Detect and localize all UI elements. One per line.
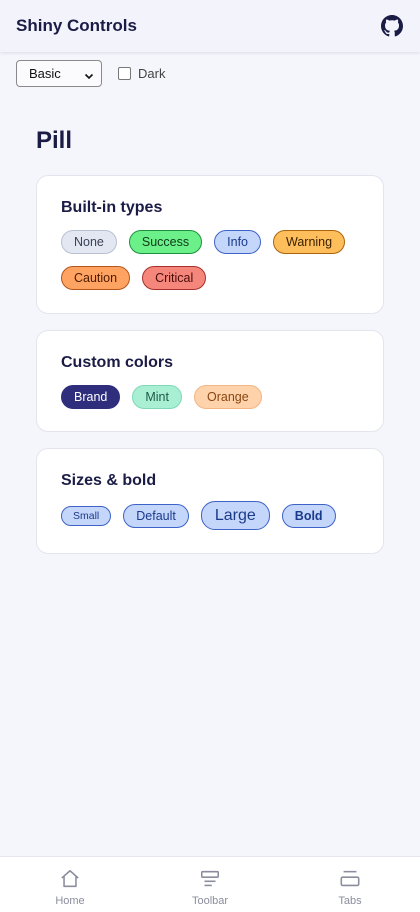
pill-default: Default [123, 503, 189, 528]
dark-checkbox[interactable] [118, 67, 131, 80]
pill-warning: Warning [273, 230, 346, 254]
tab-label: Toolbar [191, 895, 229, 907]
tab-label: Tabs [338, 895, 362, 907]
pill-brand: Brand [61, 385, 121, 409]
pill-orange: Orange [193, 385, 262, 409]
bottom-tab-bar: Home Toolbar Tabs [0, 856, 420, 912]
tab-tabs[interactable]: Tabs [280, 857, 420, 912]
card-sizes-bold: Sizes & bold Small Default Large Bold [36, 448, 384, 554]
page-title: Pill [36, 127, 73, 154]
pill-large: Large [200, 501, 270, 530]
pill-small: Small [61, 505, 112, 526]
toolbar-icon [198, 867, 222, 891]
card-custom-colors: Custom colors Brand Mint Orange [36, 330, 384, 432]
pill-row: None Success Info Warning Caution Critic… [61, 230, 359, 302]
dark-toggle[interactable]: Dark [118, 66, 165, 81]
pill-row: Brand Mint Orange [61, 385, 359, 421]
tab-toolbar[interactable]: Toolbar [140, 857, 280, 912]
pill-caution: Caution [61, 266, 131, 290]
theme-select[interactable]: Basic [16, 60, 102, 87]
pill-mint: Mint [132, 385, 182, 409]
dark-checkbox-label: Dark [138, 66, 166, 81]
card-built-in-types: Built-in types None Success Info Warning… [36, 175, 384, 314]
top-app-bar: Shiny Controls [0, 0, 420, 52]
github-icon[interactable] [380, 14, 404, 38]
theme-select-value: Basic [29, 66, 61, 81]
chevron-down-icon [84, 69, 94, 79]
pill-critical: Critical [142, 266, 207, 290]
pill-bold: Bold [281, 503, 336, 528]
tab-home[interactable]: Home [0, 857, 140, 912]
pill-success: Success [128, 230, 203, 254]
pill-info: Info [214, 230, 261, 254]
controls-row: Basic Dark [16, 60, 165, 87]
app-title: Shiny Controls [16, 16, 137, 35]
pill-row: Small Default Large Bold [61, 501, 359, 542]
pill-none: None [61, 230, 117, 254]
card-title: Sizes & bold [61, 472, 157, 489]
tabs-icon [338, 867, 362, 891]
tab-label: Home [55, 895, 85, 907]
card-title: Custom colors [61, 354, 174, 371]
card-title: Built-in types [61, 199, 163, 216]
home-icon [58, 867, 82, 891]
